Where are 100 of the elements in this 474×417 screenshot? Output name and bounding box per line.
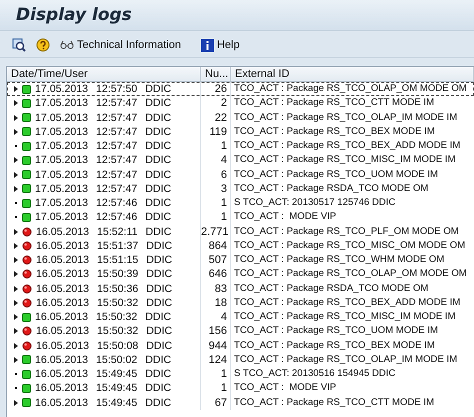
log-row[interactable]: 16.05.2013 15:50:39 DDIC 646 TCO_ACT : Package RS_TCO_OLAP_OM MODE OM	[7, 267, 474, 282]
expand-arrow-icon[interactable]	[14, 271, 18, 278]
expand-arrow-icon[interactable]	[14, 328, 18, 334]
expand-arrow-icon[interactable]	[14, 172, 18, 178]
info-icon	[200, 38, 214, 52]
message-count: 156	[201, 324, 231, 338]
log-date: 16.05.2013	[36, 338, 90, 353]
external-id: TCO_ACT : Package RS_TCO_MISC_OM MODE OM	[233, 238, 466, 253]
toolbar-icon-button[interactable]	[34, 37, 52, 53]
log-time: 12:57:47	[96, 110, 138, 125]
glasses-icon	[60, 40, 74, 50]
log-row[interactable]: 16.05.2013 15:50:02 DDIC 124 TCO_ACT : Package RS_TCO_OLAP_IM MODE IM	[7, 352, 474, 367]
magnifier-list-icon	[12, 38, 26, 52]
log-time: 15:51:37	[97, 238, 138, 253]
message-count: 2.771	[201, 224, 231, 239]
message-count: 646	[201, 267, 231, 282]
column-header[interactable]: External ID	[231, 67, 474, 81]
external-id: TCO_ACT : Package RS_TCO_OLAP_OM MODE OM	[233, 82, 468, 96]
log-time: 12:57:50	[96, 82, 138, 96]
log-date: 17.05.2013	[35, 110, 88, 125]
log-row[interactable]: 17.05.2013 12:57:46 DDIC 1 TCO_ACT : MODE VIP	[7, 210, 474, 224]
external-id: TCO_ACT : Package RSDA_TCO MODE OM	[233, 282, 430, 296]
log-row[interactable]: 16.05.2013 15:50:36 DDIC 83 TCO_ACT : Package RSDA_TCO MODE OM	[7, 282, 474, 296]
log-row[interactable]: 16.05.2013 15:51:37 DDIC 864 TCO_ACT : Package RS_TCO_MISC_OM MODE OM	[7, 238, 474, 253]
message-count: 1	[201, 381, 231, 396]
message-count: 67	[201, 396, 231, 410]
log-user: DDIC	[145, 96, 172, 110]
log-user: DDIC	[145, 153, 172, 168]
log-row[interactable]: 17.05.2013 12:57:47 DDIC 3 TCO_ACT : Package RSDA_TCO MODE OM	[7, 182, 474, 196]
message-count: 944	[201, 338, 231, 353]
log-row[interactable]: 16.05.2013 15:50:08 DDIC 944 TCO_ACT : Package RS_TCO_BEX MODE IM	[7, 338, 474, 353]
log-time: 12:57:47	[96, 96, 138, 110]
toolbar-icon-button[interactable]	[10, 37, 28, 53]
external-id: TCO_ACT : Package RS_TCO_BEX_ADD MODE IM	[233, 139, 462, 153]
toolbar-button[interactable]: Technical Information	[58, 38, 183, 52]
expand-arrow-icon[interactable]	[14, 228, 18, 235]
log-date: 16.05.2013	[36, 296, 90, 310]
log-date: 16.05.2013	[36, 238, 90, 253]
log-row[interactable]: 17.05.2013 12:57:47 DDIC 22 TCO_ACT : Package RS_TCO_OLAP_IM MODE IM	[7, 110, 474, 125]
log-user: DDIC	[145, 168, 172, 182]
expand-arrow-icon[interactable]	[14, 356, 18, 363]
message-count: 1	[201, 367, 231, 382]
column-header[interactable]: Date/Time/User	[7, 67, 201, 81]
log-user: DDIC	[146, 296, 172, 310]
log-time: 15:50:08	[97, 338, 138, 353]
message-count: 83	[201, 282, 231, 296]
log-row[interactable]: 16.05.2013 15:50:32 DDIC 4 TCO_ACT : Package RS_TCO_MISC_IM MODE IM	[7, 310, 474, 324]
message-count: 2	[201, 96, 231, 110]
log-row[interactable]: 17.05.2013 12:57:47 DDIC 6 TCO_ACT : Package RS_TCO_UOM MODE IM	[7, 168, 474, 182]
expand-arrow-icon[interactable]	[14, 286, 18, 292]
external-id: TCO_ACT : Package RS_TCO_OLAP_IM MODE IM	[233, 110, 458, 124]
expand-arrow-icon[interactable]	[14, 100, 18, 106]
log-user: DDIC	[146, 253, 172, 268]
expand-arrow-icon[interactable]	[14, 342, 18, 349]
log-row[interactable]: 17.05.2013 12:57:47 DDIC 2 TCO_ACT : Package RS_TCO_CTT MODE IM	[7, 96, 474, 110]
external-id: TCO_ACT : Package RS_TCO_MISC_IM MODE IM	[233, 153, 457, 168]
expand-arrow-icon[interactable]	[14, 242, 18, 249]
log-user: DDIC	[145, 124, 172, 139]
external-id: TCO_ACT : Package RS_TCO_MISC_IM MODE IM	[233, 310, 457, 324]
log-date: 17.05.2013	[35, 96, 88, 110]
log-date: 17.05.2013	[35, 82, 88, 96]
log-date: 16.05.2013	[35, 367, 88, 382]
log-user: DDIC	[145, 396, 172, 410]
log-row[interactable]: 17.05.2013 12:57:46 DDIC 1 S TCO_ACT: 20130517 125746 DDIC	[7, 196, 474, 210]
message-count: 119	[201, 124, 231, 139]
external-id: TCO_ACT : Package RS_TCO_BEX MODE IM	[233, 124, 436, 139]
log-row[interactable]: 16.05.2013 15:49:45 DDIC 1 S TCO_ACT: 20130516 154945 DDIC	[7, 367, 474, 382]
log-user: DDIC	[146, 238, 172, 253]
expand-arrow-icon[interactable]	[14, 300, 18, 306]
expand-arrow-icon[interactable]	[14, 400, 18, 406]
log-row[interactable]: 16.05.2013 15:49:45 DDIC 67 TCO_ACT : Package RS_TCO_CTT MODE IM	[7, 396, 474, 410]
expand-arrow-icon[interactable]	[14, 186, 18, 192]
message-count: 507	[201, 253, 231, 268]
external-id: TCO_ACT : Package RS_TCO_OLAP_OM MODE OM	[233, 267, 468, 282]
log-date: 17.05.2013	[35, 153, 88, 168]
message-count: 3	[201, 182, 231, 196]
external-id: TCO_ACT : Package RS_TCO_CTT MODE IM	[233, 96, 436, 110]
message-count: 18	[201, 296, 231, 310]
log-row[interactable]: 16.05.2013 15:50:32 DDIC 156 TCO_ACT : Package RS_TCO_UOM MODE IM	[7, 324, 474, 338]
expand-arrow-icon[interactable]	[14, 257, 18, 264]
log-row[interactable]: 16.05.2013 15:50:32 DDIC 18 TCO_ACT : Package RS_TCO_BEX_ADD MODE IM	[7, 296, 474, 310]
message-count: 26	[201, 82, 231, 96]
log-row[interactable]: 17.05.2013 12:57:47 DDIC 119 TCO_ACT : Package RS_TCO_BEX MODE IM	[7, 124, 474, 139]
expand-arrow-icon[interactable]	[14, 157, 18, 164]
log-row[interactable]: 17.05.2013 12:57:50 DDIC 26 TCO_ACT : Package RS_TCO_OLAP_OM MODE OM	[7, 82, 474, 96]
log-time: 15:49:45	[96, 396, 138, 410]
log-time: 15:50:36	[97, 282, 138, 296]
expand-arrow-icon[interactable]	[14, 128, 18, 135]
column-header[interactable]: Nu...	[201, 67, 231, 81]
toolbar-button[interactable]: Help	[198, 38, 242, 52]
external-id: S TCO_ACT: 20130517 125746 DDIC	[233, 196, 396, 210]
expand-arrow-icon[interactable]	[14, 86, 18, 92]
log-row[interactable]: 16.05.2013 15:51:15 DDIC 507 TCO_ACT : Package RS_TCO_WHM MODE OM	[7, 253, 474, 268]
expand-arrow-icon[interactable]	[14, 314, 18, 320]
log-row[interactable]: 16.05.2013 15:52:11 DDIC 2.771 TCO_ACT : Package RS_TCO_PLF_OM MODE OM	[7, 224, 474, 239]
log-row[interactable]: 16.05.2013 15:49:45 DDIC 1 TCO_ACT : MODE VIP	[7, 381, 474, 396]
log-user: DDIC	[145, 381, 172, 396]
expand-arrow-icon[interactable]	[14, 114, 18, 121]
log-row[interactable]: 17.05.2013 12:57:47 DDIC 4 TCO_ACT : Package RS_TCO_MISC_IM MODE IM	[7, 153, 474, 168]
log-row[interactable]: 17.05.2013 12:57:47 DDIC 1 TCO_ACT : Package RS_TCO_BEX_ADD MODE IM	[7, 139, 474, 154]
